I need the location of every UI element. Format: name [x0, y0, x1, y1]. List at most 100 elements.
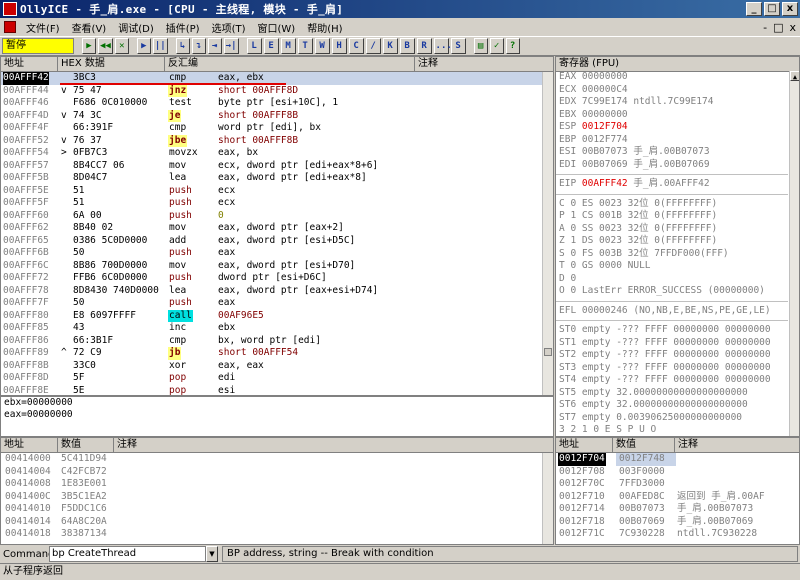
dump-row[interactable]: 00414014 64A8C20A	[1, 516, 542, 529]
disasm-row[interactable]: 00AFFF8D 5F pop edi	[1, 372, 542, 385]
dump-header-address[interactable]: 地址	[1, 438, 58, 452]
disasm-row[interactable]: 00AFFF57 8B4CC7 06 mov ecx, dword ptr [edi+…	[1, 160, 542, 173]
run-trace-button[interactable]: ...	[433, 38, 452, 54]
disasm-row[interactable]: 00AFFF6B 50 push eax	[1, 247, 542, 260]
menu-debug[interactable]: 调试(D)	[112, 20, 160, 35]
disasm-row[interactable]: 00AFFF78 8D8430 740D0000 lea eax, dword ptr…	[1, 285, 542, 298]
disasm-row[interactable]: 00AFFF62 8B40 02 mov eax, dword ptr [eax+2]	[1, 222, 542, 235]
disasm-row[interactable]: 00AFFF5E 51 push ecx	[1, 185, 542, 198]
dump-pane[interactable]: 地址 数值 注释 00414000 5C411D94 00414004 C42FCB7…	[0, 437, 554, 545]
disasm-row[interactable]: 00AFFF72 FFB6 6C0D0000 push dword ptr [esi+…	[1, 272, 542, 285]
command-input[interactable]: bp CreateThread	[49, 546, 206, 562]
mdi-restore-button[interactable]: □	[773, 21, 783, 34]
disasm-row[interactable]: 00AFFF8E 5E pop esi	[1, 385, 542, 396]
disasm-row[interactable]: 00AFFF44 v 75 47 jnz short 00AFFF8D	[1, 84, 542, 97]
disasm-row[interactable]: 00AFFF89 ^ 72 C9 jb short 00AFFF54	[1, 347, 542, 360]
disasm-row[interactable]: 00AFFF86 66:3B1F cmp bx, word ptr [edi]	[1, 335, 542, 348]
dump-header-value[interactable]: 数值	[58, 438, 114, 452]
mdi-minimize-button[interactable]: -	[763, 21, 767, 34]
disasm-row[interactable]: 00AFFF4F 66:391F cmp word ptr [edi], bx	[1, 122, 542, 135]
disassembly-pane[interactable]: 地址 HEX 数据 反汇编 注释 00AFFF42 3BC3 cmp eax, ebx…	[0, 56, 554, 396]
cpu-window-button[interactable]: C	[348, 38, 364, 54]
help-icon[interactable]: ?	[505, 38, 520, 54]
disasm-row[interactable]: 00AFFF65 0386 5C0D0000 add eax, dword ptr […	[1, 235, 542, 248]
stack-header-value[interactable]: 数值	[613, 438, 675, 452]
dump-row[interactable]: 00414000 5C411D94	[1, 453, 542, 466]
menu-view[interactable]: 查看(V)	[66, 20, 113, 35]
disasm-row[interactable]: 00AFFF60 6A 00 push 0	[1, 210, 542, 223]
scroll-thumb[interactable]	[544, 348, 552, 356]
breakpoints-window-button[interactable]: B	[399, 38, 415, 54]
menu-options[interactable]: 选项(T)	[206, 20, 252, 35]
dump-value: 1E83E001	[61, 478, 107, 489]
menu-plugins[interactable]: 插件(P)	[160, 20, 206, 35]
dump-row[interactable]: 00414010 F5DDC1C6	[1, 503, 542, 516]
stack-row[interactable]: 0012F704 0012F748	[556, 453, 799, 466]
execute-till-return-icon[interactable]: →|	[223, 38, 239, 54]
disasm-row[interactable]: 00AFFF8B 33C0 xor eax, eax	[1, 360, 542, 373]
windows-window-button[interactable]: W	[314, 38, 330, 54]
run-icon[interactable]: ▶	[136, 38, 151, 54]
mdi-child-icon[interactable]	[4, 21, 16, 33]
memory-window-button[interactable]: M	[280, 38, 296, 54]
handles-window-button[interactable]: H	[331, 38, 347, 54]
disasm-row[interactable]: 00AFFF7F 50 push eax	[1, 297, 542, 310]
references-window-button[interactable]: R	[416, 38, 432, 54]
stack-pane[interactable]: 地址 数值 注释 0012F704 0012F748 0012F708 003F000…	[555, 437, 800, 545]
disasm-row[interactable]: 00AFFF52 v 76 37 jbe short 00AFFF8B	[1, 134, 542, 147]
menu-window[interactable]: 窗口(W)	[252, 20, 302, 35]
disassembly-scrollbar[interactable]	[542, 72, 553, 395]
stack-header-address[interactable]: 地址	[556, 438, 613, 452]
disasm-row[interactable]: 00AFFF80 E8 6097FFFF call 00AF96E5	[1, 309, 542, 322]
disasm-row[interactable]: 00AFFF46 F686 0C010000 test byte ptr [esi+1…	[1, 97, 542, 110]
restart-icon[interactable]: ◀◀	[98, 38, 113, 54]
dump-row[interactable]: 00414004 C42FCB72	[1, 466, 542, 479]
disasm-row[interactable]: 00AFFF85 43 inc ebx	[1, 322, 542, 335]
menu-file[interactable]: 文件(F)	[20, 20, 66, 35]
disasm-row[interactable]: 00AFFF6C 8B86 700D0000 mov eax, dword ptr […	[1, 260, 542, 273]
open-icon[interactable]: ▶	[82, 38, 96, 54]
patches-window-button[interactable]: /	[365, 38, 381, 54]
call-stack-button[interactable]: K	[382, 38, 398, 54]
mdi-close-button[interactable]: x	[789, 21, 796, 34]
source-window-button[interactable]: S	[450, 38, 466, 54]
scroll-up-icon[interactable]: ▲	[790, 71, 799, 81]
disasm-row[interactable]: 00AFFF4D v 74 3C je short 00AFFF8B	[1, 109, 542, 122]
log-window-button[interactable]: L	[246, 38, 262, 54]
disasm-row[interactable]: 00AFFF5F 51 push ecx	[1, 197, 542, 210]
disasm-row[interactable]: 00AFFF54 >0FB7C3 movzx eax, bx	[1, 147, 542, 160]
step-over-icon[interactable]: ↴	[191, 38, 206, 54]
header-comment[interactable]: 注释	[415, 57, 542, 71]
stack-row[interactable]: 0012F710 00AFED8C 返回到 手_肩.00AF	[556, 491, 799, 504]
header-hex[interactable]: HEX 数据	[58, 57, 165, 71]
dump-row[interactable]: 0041400C 3B5C1EA2	[1, 491, 542, 504]
stack-row[interactable]: 0012F718 00B07069 手_肩.00B07069	[556, 516, 799, 529]
menu-help[interactable]: 帮助(H)	[301, 20, 348, 35]
options-icon[interactable]: ✓	[489, 38, 504, 54]
close-process-icon[interactable]: ✕	[114, 38, 129, 54]
dump-row[interactable]: 00414018 38387134	[1, 528, 542, 541]
stack-row[interactable]: 0012F71C 7C930228 ntdll.7C930228	[556, 528, 799, 541]
header-disassembly[interactable]: 反汇编	[165, 57, 415, 71]
dump-row[interactable]: 00414008 1E83E001	[1, 478, 542, 491]
pause-icon[interactable]: ||	[152, 38, 168, 54]
stack-header-comment[interactable]: 注释	[675, 438, 799, 452]
header-address[interactable]: 地址	[1, 57, 58, 71]
dump-header-comment[interactable]: 注释	[114, 438, 542, 452]
maximize-button[interactable]: □	[764, 2, 780, 16]
close-button[interactable]: x	[782, 2, 798, 16]
registers-scrollbar[interactable]: ▲	[789, 71, 799, 436]
stack-row[interactable]: 0012F708 003F0000	[556, 466, 799, 479]
step-into-icon[interactable]: ↳	[175, 38, 190, 54]
threads-window-button[interactable]: T	[297, 38, 313, 54]
trace-into-icon[interactable]: ⇥	[207, 38, 222, 54]
dump-scrollbar[interactable]	[542, 453, 553, 544]
disasm-row[interactable]: 00AFFF5B 8D04C7 lea eax, dword ptr [edi+eax…	[1, 172, 542, 185]
chevron-down-icon[interactable]: ▼	[206, 546, 218, 562]
registers-pane[interactable]: 寄存器 (FPU) EAX 00000000 ECX 000000C4 EDX 7C…	[555, 56, 800, 437]
list-icon[interactable]: ▤	[473, 38, 488, 54]
stack-row[interactable]: 0012F714 00B07073 手_肩.00B07073	[556, 503, 799, 516]
modules-window-button[interactable]: E	[263, 38, 279, 54]
stack-row[interactable]: 0012F70C 7FFD3000	[556, 478, 799, 491]
minimize-button[interactable]: _	[746, 2, 762, 16]
